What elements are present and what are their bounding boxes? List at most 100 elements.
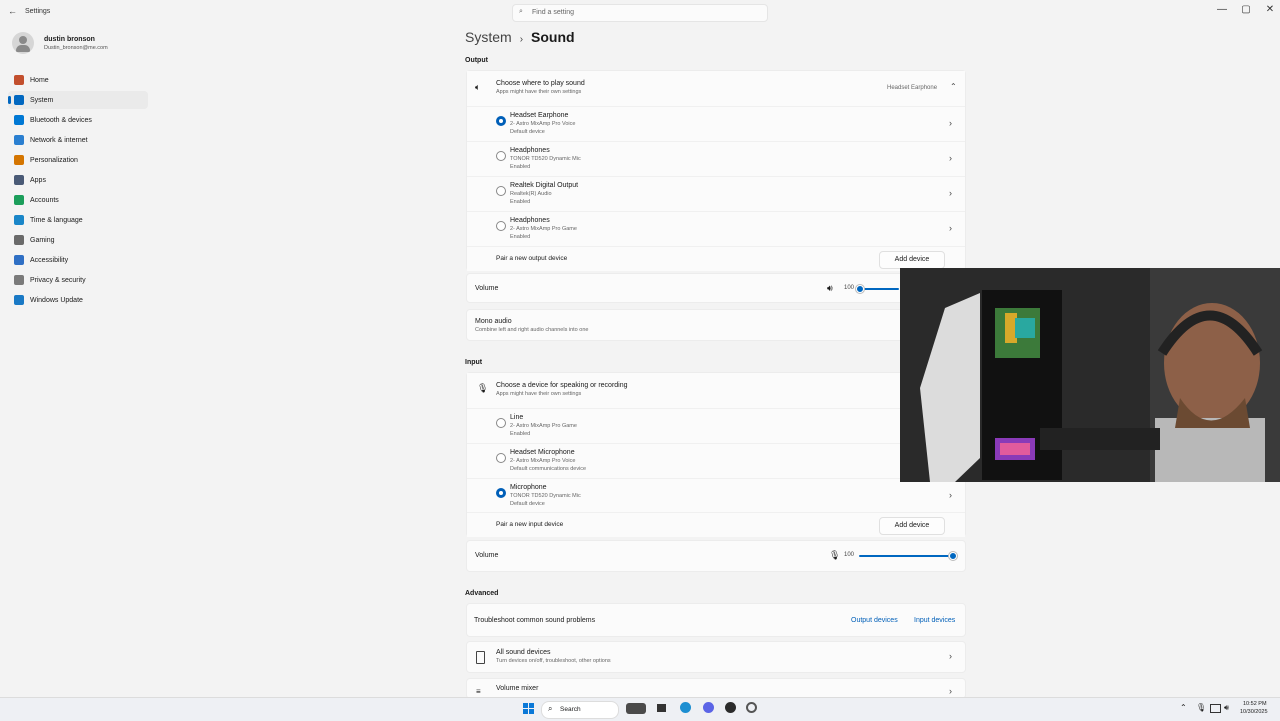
sidebar-item-apps[interactable]: Apps (8, 171, 148, 189)
close-button[interactable]: ✕ (1258, 2, 1280, 18)
input-header[interactable]: 🎙︎ Choose a device for speaking or recor… (467, 373, 965, 407)
device-sub2: Enabled (510, 234, 531, 240)
device-sub1: 2- Astro MixAmp Pro Game (510, 226, 577, 232)
device-radio[interactable] (496, 186, 506, 196)
back-arrow-icon[interactable]: ← (8, 6, 17, 16)
device-row[interactable]: Headset Microphone 2- Astro MixAmp Pro Vo… (467, 443, 965, 479)
sidebar-item-label: Gaming (30, 236, 55, 244)
device-radio[interactable] (496, 418, 506, 428)
sidebar-item-network-internet[interactable]: Network & internet (8, 131, 148, 149)
sidebar-item-windows-update[interactable]: Windows Update (8, 291, 148, 309)
output-header-value: Headset Earphone (887, 85, 938, 91)
device-row[interactable]: Microphone TONOR TD520 Dynamic Mic Default… (467, 478, 965, 514)
sidebar-item-bluetooth-devices[interactable]: Bluetooth & devices (8, 111, 148, 129)
microphone-volume-icon[interactable]: 🎙︎ (829, 550, 840, 561)
device-sub1: 2- Astro MixAmp Pro Voice (510, 458, 576, 464)
sidebar-item-label: Bluetooth & devices (30, 116, 92, 124)
sidebar-item-label: Home (30, 76, 49, 84)
chevron-right-icon[interactable]: › (949, 118, 952, 128)
device-sub1: 2- Astro MixAmp Pro Voice (510, 121, 576, 127)
output-volume-label: Volume (475, 285, 499, 292)
microphone-tray-icon[interactable]: 🎙︎ (1196, 703, 1206, 712)
clock-time[interactable]: 10:52 PM (1243, 701, 1267, 707)
sidebar-item-time-language[interactable]: Time & language (8, 211, 148, 229)
device-radio[interactable] (496, 453, 506, 463)
search-placeholder: Find a setting (532, 9, 575, 16)
sidebar-icon (14, 175, 24, 185)
device-row[interactable]: Headphones 2- Astro MixAmp Pro Game Enable… (467, 211, 965, 247)
sidebar-icon (14, 255, 24, 265)
output-header[interactable]: 🔈︎ Choose where to play sound Apps might… (467, 71, 965, 105)
device-name: Headset Microphone (510, 449, 575, 456)
breadcrumb-system[interactable]: System (465, 29, 512, 45)
output-devices-link[interactable]: Output devices (851, 617, 898, 624)
sidebar-item-gaming[interactable]: Gaming (8, 231, 148, 249)
sidebar-icon (14, 135, 24, 145)
pair-input-row: Pair a new input device Add device (467, 512, 965, 537)
device-name: Realtek Digital Output (510, 182, 579, 189)
device-name: Microphone (510, 484, 547, 491)
sidebar-item-label: Privacy & security (30, 276, 86, 284)
sidebar-item-system[interactable]: System (8, 91, 148, 109)
add-output-device-button[interactable]: Add device (879, 251, 945, 269)
widgets-icon[interactable] (626, 703, 646, 714)
sidebar-item-personalization[interactable]: Personalization (8, 151, 148, 169)
edge-icon[interactable] (680, 702, 691, 713)
network-tray-icon[interactable] (1210, 704, 1221, 713)
taskbar-search[interactable]: ⌕ Search (541, 701, 619, 719)
chevron-right-icon[interactable]: › (949, 490, 952, 500)
settings-icon[interactable] (746, 702, 757, 713)
page-title: Sound (531, 29, 575, 45)
input-volume-value: 100 (844, 552, 855, 558)
device-row[interactable]: Realtek Digital Output Realtek(R) Audio En… (467, 176, 965, 212)
windows-start-icon[interactable] (523, 703, 534, 714)
device-sub2: Default device (510, 129, 545, 135)
webcam-image (900, 268, 1280, 482)
sidebar-item-home[interactable]: Home (8, 71, 148, 89)
sidebar-icon (14, 155, 24, 165)
device-row[interactable]: Headset Earphone 2- Astro MixAmp Pro Voic… (467, 106, 965, 142)
maximize-button[interactable]: ▢ (1234, 2, 1258, 18)
volume-mixer-row[interactable]: ≡ Volume mixer › (466, 678, 966, 699)
mono-audio-title: Mono audio (475, 318, 512, 325)
output-volume-thumb[interactable] (856, 285, 864, 293)
mixer-icon: ≡ (476, 687, 481, 696)
output-volume-value: 100 (844, 285, 855, 291)
chevron-right-icon[interactable]: › (949, 188, 952, 198)
device-radio[interactable] (496, 116, 506, 126)
app-icon[interactable] (725, 702, 736, 713)
device-radio[interactable] (496, 151, 506, 161)
device-radio[interactable] (496, 488, 506, 498)
device-row[interactable]: Headphones TONOR TD520 Dynamic Mic Enabled… (467, 141, 965, 177)
sidebar-item-accounts[interactable]: Accounts (8, 191, 148, 209)
output-volume-slider[interactable] (859, 288, 899, 290)
sidebar-item-label: Network & internet (30, 136, 88, 144)
add-input-device-button[interactable]: Add device (879, 517, 945, 535)
input-devices-link[interactable]: Input devices (914, 617, 955, 624)
volume-tray-icon[interactable]: 🔊︎ (1224, 703, 1229, 713)
webcam-overlay (900, 268, 1280, 482)
search-input[interactable]: ⌕ Find a setting (512, 4, 768, 22)
discord-icon[interactable] (703, 702, 714, 713)
clock-date[interactable]: 10/30/2025 (1240, 709, 1268, 715)
task-view-icon[interactable] (657, 704, 666, 712)
sidebar-item-accessibility[interactable]: Accessibility (8, 251, 148, 269)
chevron-up-icon[interactable]: ⌃ (950, 82, 957, 91)
chevron-right-icon[interactable]: › (949, 153, 952, 163)
pair-input-label: Pair a new input device (496, 521, 564, 528)
device-row[interactable]: Line2- Astro MixAmp Pro GameEnabled› (467, 408, 965, 444)
chevron-right-icon[interactable]: › (949, 223, 952, 233)
input-header-title: Choose a device for speaking or recordin… (496, 382, 628, 389)
sidebar-item-label: Time & language (30, 216, 83, 224)
chevron-right-icon: › (949, 686, 952, 696)
sidebar-icon (14, 95, 24, 105)
device-radio[interactable] (496, 221, 506, 231)
input-volume-thumb[interactable] (949, 552, 957, 560)
minimize-button[interactable]: — (1210, 2, 1234, 18)
all-sound-devices-row[interactable]: All sound devices Turn devices on/off, t… (466, 641, 966, 673)
sidebar-item-privacy-security[interactable]: Privacy & security (8, 271, 148, 289)
microphone-icon: 🎙︎ (477, 383, 489, 393)
chevron-up-tray-icon[interactable]: ⌃ (1180, 703, 1187, 712)
input-volume-slider[interactable] (859, 555, 953, 557)
speaker-volume-icon[interactable]: 🔊︎ (827, 283, 833, 294)
